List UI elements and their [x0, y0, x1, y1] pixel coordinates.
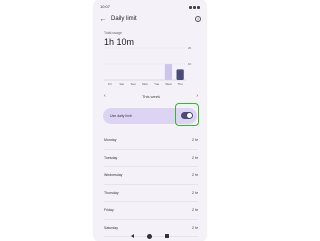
chart-bar[interactable]	[176, 69, 184, 80]
day-limit: 2 hr	[191, 155, 198, 160]
nav-recents-icon[interactable]	[164, 233, 170, 239]
day-limit: 2 hr	[191, 138, 198, 143]
y-tick-label: 1h	[188, 62, 192, 66]
y-tick-label: 2h	[188, 46, 192, 50]
day-limit: 2 hr	[191, 190, 198, 195]
day-name: Wednesday	[104, 173, 123, 178]
total-usage-value: 1h 10m	[104, 37, 135, 47]
day-name: Monday	[104, 138, 117, 143]
day-name: Saturday	[104, 225, 119, 230]
day-name: Friday	[104, 208, 114, 213]
week-label: This week	[141, 93, 160, 99]
previous-week-icon[interactable]: ‹	[104, 93, 106, 99]
nav-back-icon[interactable]	[130, 234, 134, 238]
x-tick-label: Mon	[142, 82, 148, 86]
highlight-box	[175, 103, 199, 126]
x-tick-label: Sat	[119, 82, 124, 86]
status-bar: 10:07	[100, 4, 200, 10]
back-arrow-icon[interactable]: ←	[99, 15, 107, 23]
day-row[interactable]: Monday 2 hr	[104, 132, 198, 150]
total-usage-label: Total usage	[104, 31, 122, 35]
day-row[interactable]: Wednesday 2 hr	[104, 167, 198, 185]
status-time: 10:07	[100, 4, 111, 9]
help-icon[interactable]: ?	[195, 16, 201, 22]
system-nav-bar	[94, 231, 206, 241]
day-row[interactable]: Thursday 2 hr	[104, 185, 198, 202]
day-limit: 2 hr	[191, 208, 198, 213]
day-limit: 2 hr	[191, 173, 198, 178]
day-row[interactable]: Friday 2 hr	[104, 202, 198, 220]
day-row[interactable]: Tuesday 2 hr	[104, 150, 198, 167]
page-title: Daily limit	[111, 16, 137, 22]
day-name: Tuesday	[104, 155, 118, 160]
x-tick-label: Wed	[165, 82, 171, 86]
day-name: Thursday	[104, 190, 119, 195]
x-tick-label: Fri	[108, 82, 112, 86]
app-bar: ← Daily limit ?	[99, 14, 201, 24]
day-limit: 2 hr	[191, 225, 198, 230]
day-list: Monday 2 hr Tuesday 2 hr Wednesday 2 hr Thu…	[104, 132, 198, 237]
status-icons	[189, 4, 200, 10]
chart-bar[interactable]	[164, 64, 173, 80]
week-navigator: ‹ This week ›	[104, 93, 198, 99]
usage-chart: 1h 2h Fri Sat Sun Mon Tue Wed Thu	[104, 46, 198, 88]
nav-home-icon[interactable]	[146, 233, 152, 239]
x-tick-label: Tue	[154, 82, 159, 86]
usage-bar-chart: 1h 2h Fri Sat Sun Mon Tue Wed Thu	[104, 46, 192, 86]
x-tick-label: Sun	[131, 82, 137, 86]
phone-screen: 10:07 ← Daily limit ? Total usage 1h 10m…	[94, 0, 206, 241]
x-tick-label: Thu	[178, 82, 184, 86]
next-week-icon[interactable]: ›	[196, 93, 198, 99]
